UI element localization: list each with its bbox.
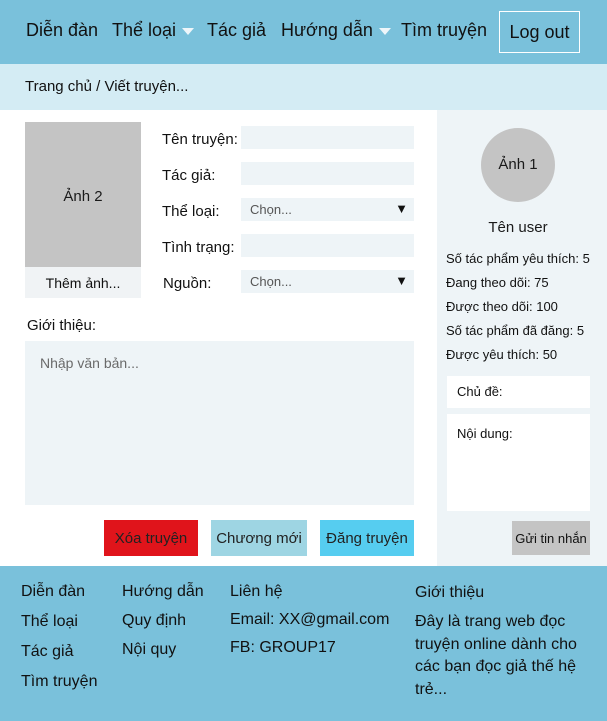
genre-select[interactable]: Chọn... ▼ [241, 198, 414, 221]
message-subject-label: Chủ đề: [457, 384, 503, 399]
message-subject-field[interactable]: Chủ đề: [447, 376, 590, 408]
nav-item-guide[interactable]: Hướng dẫn [281, 20, 391, 41]
cover-image-placeholder: Ảnh 2 [25, 122, 141, 267]
nav-item-label: Tìm truyện [401, 20, 488, 40]
author-label: Tác giả: [162, 167, 216, 184]
footer-link-rules[interactable]: Quy định [122, 612, 186, 630]
footer-link-author[interactable]: Tác giả [21, 643, 73, 661]
genre-label: Thể loại: [162, 203, 220, 220]
send-message-button[interactable]: Gửi tin nhắn [512, 521, 590, 555]
dropdown-arrow-icon: ▼ [395, 273, 408, 288]
genre-select-value: Chọn... [250, 202, 292, 217]
status-input[interactable] [241, 234, 414, 257]
footer-link-forum[interactable]: Diễn đàn [21, 583, 85, 601]
nav-item-search-story[interactable]: Tìm truyện [401, 20, 487, 41]
intro-label: Giới thiệu: [27, 317, 97, 334]
footer-about-heading: Giới thiệu [415, 584, 485, 601]
user-sidebar: Ảnh 1 Tên user Số tác phẩm yêu thích: 5 … [437, 110, 607, 566]
stat-liked: Được yêu thích: 50 [446, 347, 558, 362]
dropdown-arrow-icon: ▼ [395, 201, 408, 216]
username: Tên user [488, 219, 548, 236]
add-image-button[interactable]: Thêm ảnh... [25, 267, 141, 298]
avatar: Ảnh 1 [481, 128, 555, 202]
intro-textarea[interactable] [25, 341, 414, 505]
message-content-label: Nội dung: [457, 426, 513, 441]
new-chapter-button[interactable]: Chương mới [211, 520, 307, 556]
nav-item-label: Thể loại [112, 20, 177, 40]
logout-button[interactable]: Log out [499, 11, 580, 53]
stat-followers: Được theo dõi: 100 [446, 299, 558, 314]
nav-item-author[interactable]: Tác giả [207, 20, 266, 41]
footer-link-guide[interactable]: Hướng dẫn [122, 583, 204, 601]
breadcrumb-text[interactable]: Trang chủ / Viết truyện... [25, 78, 188, 95]
post-story-button[interactable]: Đăng truyện [320, 520, 414, 556]
chevron-down-icon [378, 27, 391, 35]
top-navbar: Diễn đàn Thể loại Tác giả Hướng dẫn Tìm … [0, 0, 607, 64]
source-select[interactable]: Chọn... ▼ [241, 270, 414, 293]
source-label: Nguồn: [163, 275, 212, 292]
chevron-down-icon [182, 27, 195, 35]
breadcrumb: Trang chủ / Viết truyện... [0, 64, 607, 110]
footer-link-genre[interactable]: Thể loại [21, 613, 78, 631]
footer-contact-fb: FB: GROUP17 [230, 639, 336, 656]
avatar-label: Ảnh 1 [498, 156, 538, 173]
stat-posted: Số tác phẩm đã đăng: 5 [446, 323, 585, 338]
title-label: Tên truyện: [162, 131, 238, 148]
nav-item-genre[interactable]: Thể loại [112, 20, 195, 41]
write-story-form: Ảnh 2 Thêm ảnh... Tên truyện: Tác giả: T… [0, 110, 437, 566]
status-label: Tình trạng: [162, 239, 235, 256]
nav-item-label: Tác giả [207, 20, 267, 40]
nav-item-label: Hướng dẫn [281, 20, 373, 40]
title-input[interactable] [241, 126, 414, 149]
message-content-field[interactable]: Nội dung: [447, 414, 590, 511]
footer-link-regulations[interactable]: Nội quy [122, 641, 176, 659]
source-select-value: Chọn... [250, 274, 292, 289]
author-input[interactable] [241, 162, 414, 185]
footer-contact-heading: Liên hệ [230, 583, 283, 600]
delete-story-button[interactable]: Xóa truyện [104, 520, 198, 556]
nav-item-forum[interactable]: Diễn đàn [26, 20, 98, 41]
stat-following: Đang theo dõi: 75 [446, 275, 549, 290]
footer-contact-email: Email: XX@gmail.com [230, 611, 390, 628]
footer: Diễn đàn Thể loại Tác giả Tìm truyện Hướ… [0, 566, 607, 721]
footer-link-search-story[interactable]: Tìm truyện [21, 673, 97, 691]
nav-item-label: Diễn đàn [26, 20, 99, 40]
stat-favorites: Số tác phẩm yêu thích: 5 [446, 251, 590, 266]
footer-about-text: Đây là trang web đọc truyện online dành … [415, 613, 577, 698]
cover-image-label: Ảnh 2 [63, 188, 103, 205]
